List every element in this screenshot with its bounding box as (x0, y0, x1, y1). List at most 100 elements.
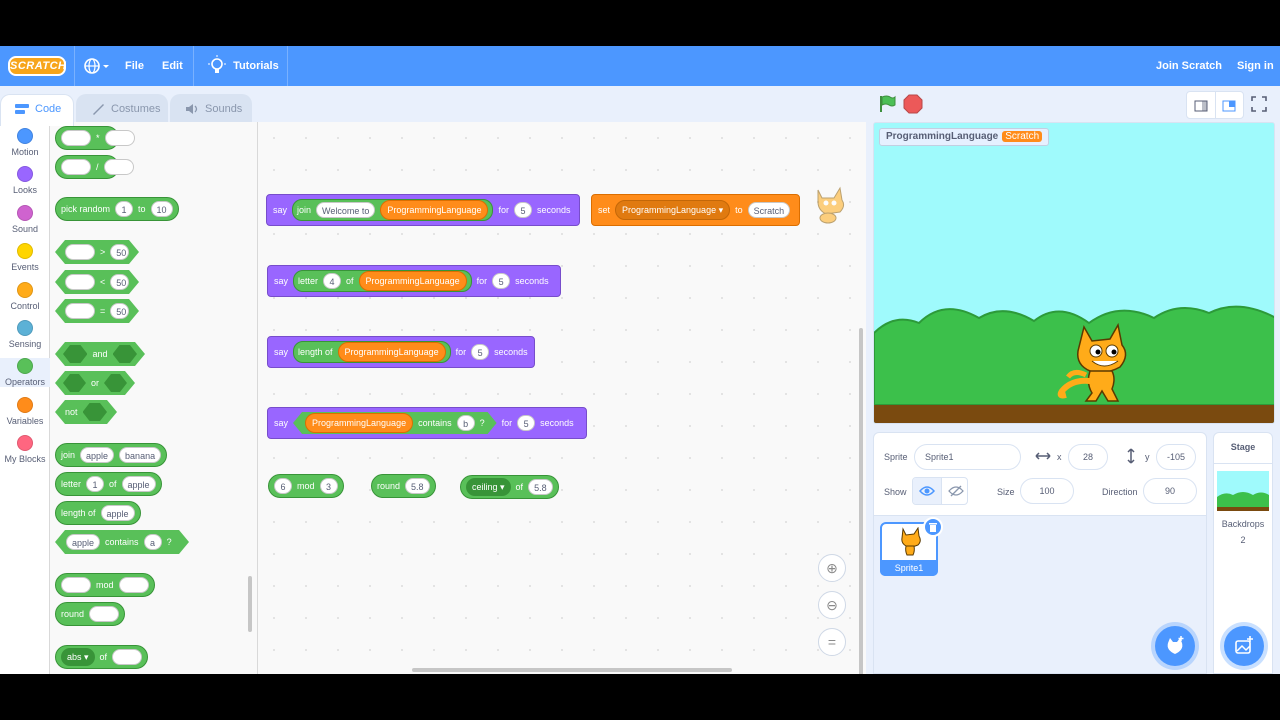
eye-slash-icon (948, 485, 964, 497)
tab-code[interactable]: Code (0, 94, 74, 126)
block-pick-random[interactable]: pick random 1 to 10 (55, 197, 179, 221)
small-stage-icon[interactable] (1194, 99, 1208, 113)
say-letter-block[interactable]: say letter 4 of ProgrammingLanguage for 5 sec… (267, 265, 561, 297)
menu-bar: SCRATCH File Edit Tutorials Join Scratch… (0, 46, 1280, 86)
palette-scrollbar[interactable] (248, 576, 252, 632)
file-menu[interactable]: File (125, 46, 144, 86)
say-length-block[interactable]: say length of ProgrammingLanguage for 5 sec… (267, 336, 535, 368)
lightbulb-icon (208, 55, 226, 73)
code-icon (15, 104, 29, 114)
fullscreen-icon[interactable] (1250, 95, 1268, 113)
normal-stage-icon[interactable] (1222, 99, 1236, 113)
green-flag-icon[interactable] (877, 94, 897, 114)
cat-thumbnail-icon (901, 527, 921, 556)
backdrop-thumbnail[interactable] (1217, 471, 1269, 511)
zoom-reset-button[interactable]: = (818, 628, 846, 656)
variable-monitor[interactable]: ProgrammingLanguage Scratch (879, 128, 1050, 146)
mod-reporter[interactable]: 6 mod 3 (268, 474, 344, 498)
block-not[interactable]: not (55, 400, 117, 424)
math-function-dropdown[interactable]: ceiling ▾ (466, 478, 511, 496)
category-sensing[interactable]: Sensing (0, 320, 50, 349)
tab-code-label: Code (35, 103, 62, 115)
tab-sounds[interactable]: Sounds (170, 94, 252, 124)
language-menu[interactable] (84, 46, 110, 86)
block-less-than[interactable]: <50 (55, 270, 139, 294)
zoom-reset-icon: = (827, 634, 837, 650)
sprite-cat-watermark (817, 186, 845, 224)
y-position-input[interactable]: -105 (1156, 444, 1196, 470)
block-join[interactable]: join apple banana (55, 443, 168, 467)
edit-menu[interactable]: Edit (162, 46, 183, 86)
math-function-dropdown[interactable]: abs ▾ (61, 648, 95, 666)
x-position-icon (1035, 452, 1051, 460)
block-greater-than[interactable]: >50 (55, 240, 139, 264)
block-or[interactable]: or (55, 371, 135, 395)
block-palette: * / pick random 1 to 10 >50 <50 = 50 and or … (50, 122, 258, 674)
tutorials-label: Tutorials (233, 60, 279, 72)
trash-icon (929, 523, 937, 532)
block-letter-of[interactable]: letter 1 of apple (55, 472, 162, 496)
brush-icon (93, 104, 104, 115)
zoom-out-icon: ⊖ (826, 597, 838, 613)
block-equals[interactable]: = 50 (55, 299, 139, 323)
choose-sprite-button[interactable] (1155, 626, 1195, 666)
category-looks[interactable]: Looks (0, 166, 50, 195)
sign-in-link[interactable]: Sign in (1237, 46, 1274, 86)
workspace-horizontal-scrollbar[interactable] (412, 668, 732, 672)
block-mod[interactable]: mod (55, 573, 155, 597)
choose-backdrop-button[interactable] (1224, 626, 1264, 666)
size-input[interactable]: 100 (1020, 478, 1074, 504)
zoom-in-icon: ⊕ (826, 560, 838, 576)
round-reporter[interactable]: round 5.8 (371, 474, 436, 498)
block-contains[interactable]: apple contains a? (55, 530, 189, 554)
backdrops-count: 2 (1240, 535, 1246, 545)
stop-icon[interactable] (903, 94, 923, 114)
add-backdrop-icon (1235, 636, 1253, 654)
category-variables[interactable]: Variables (0, 397, 50, 426)
ceiling-reporter[interactable]: ceiling ▾ of 5.8 (460, 475, 559, 499)
block-and[interactable]: and (55, 342, 145, 366)
category-events[interactable]: Events (0, 243, 50, 272)
show-sprite-button[interactable] (913, 478, 941, 504)
x-position-input[interactable]: 28 (1068, 444, 1108, 470)
stage-canvas[interactable]: ProgrammingLanguage Scratch (873, 122, 1275, 424)
set-variable-block[interactable]: set ProgrammingLanguage ▾ to Scratch (591, 194, 800, 226)
block-round[interactable]: round (55, 602, 126, 626)
y-position-icon (1127, 448, 1135, 464)
visibility-toggle (912, 477, 968, 505)
category-operators[interactable]: Operators (0, 358, 50, 387)
say-join-block[interactable]: say join Welcome to ProgrammingLanguage fo… (266, 194, 580, 226)
block-multiply[interactable]: * (55, 126, 135, 150)
variable-dropdown[interactable]: ProgrammingLanguage ▾ (615, 200, 731, 220)
scratch-editor: SCRATCH File Edit Tutorials Join Scratch… (0, 46, 1280, 674)
zoom-in-button[interactable]: ⊕ (818, 554, 846, 582)
category-motion[interactable]: Motion (0, 128, 50, 157)
sprite-thumbnail-label: Sprite1 (880, 560, 938, 576)
delete-sprite-button[interactable] (923, 517, 943, 537)
join-scratch-link[interactable]: Join Scratch (1156, 46, 1222, 86)
direction-input[interactable]: 90 (1143, 478, 1197, 504)
globe-icon (84, 58, 109, 74)
category-menu: Motion Looks Sound Events Control Sensin… (0, 122, 50, 674)
category-my-blocks[interactable]: My Blocks (0, 435, 50, 464)
tutorials-button[interactable]: Tutorials (208, 46, 279, 86)
tab-sounds-label: Sounds (205, 103, 243, 115)
code-workspace[interactable]: say join Welcome to ProgrammingLanguage fo… (258, 122, 866, 674)
stage-size-toggle (1186, 91, 1244, 119)
category-sound[interactable]: Sound (0, 205, 50, 234)
scratch-logo[interactable]: SCRATCH (8, 56, 66, 76)
zoom-out-button[interactable]: ⊖ (818, 591, 846, 619)
sprite-name-input[interactable]: Sprite1 (914, 444, 1021, 470)
block-divide[interactable]: / (55, 155, 134, 179)
tab-costumes[interactable]: Costumes (76, 94, 168, 124)
tab-costumes-label: Costumes (111, 103, 161, 115)
say-contains-block[interactable]: say ProgrammingLanguage contains b? for 5 se… (267, 407, 587, 439)
block-math-function[interactable]: abs ▾ of (55, 645, 149, 669)
category-control[interactable]: Control (0, 282, 50, 311)
backdrops-label: Backdrops (1221, 519, 1265, 529)
add-sprite-cat-icon (1167, 636, 1184, 654)
workspace-vertical-scrollbar[interactable] (859, 328, 863, 674)
hide-sprite-button[interactable] (941, 478, 967, 504)
block-length-of[interactable]: length of apple (55, 501, 141, 525)
cat-sprite[interactable] (1056, 321, 1138, 405)
